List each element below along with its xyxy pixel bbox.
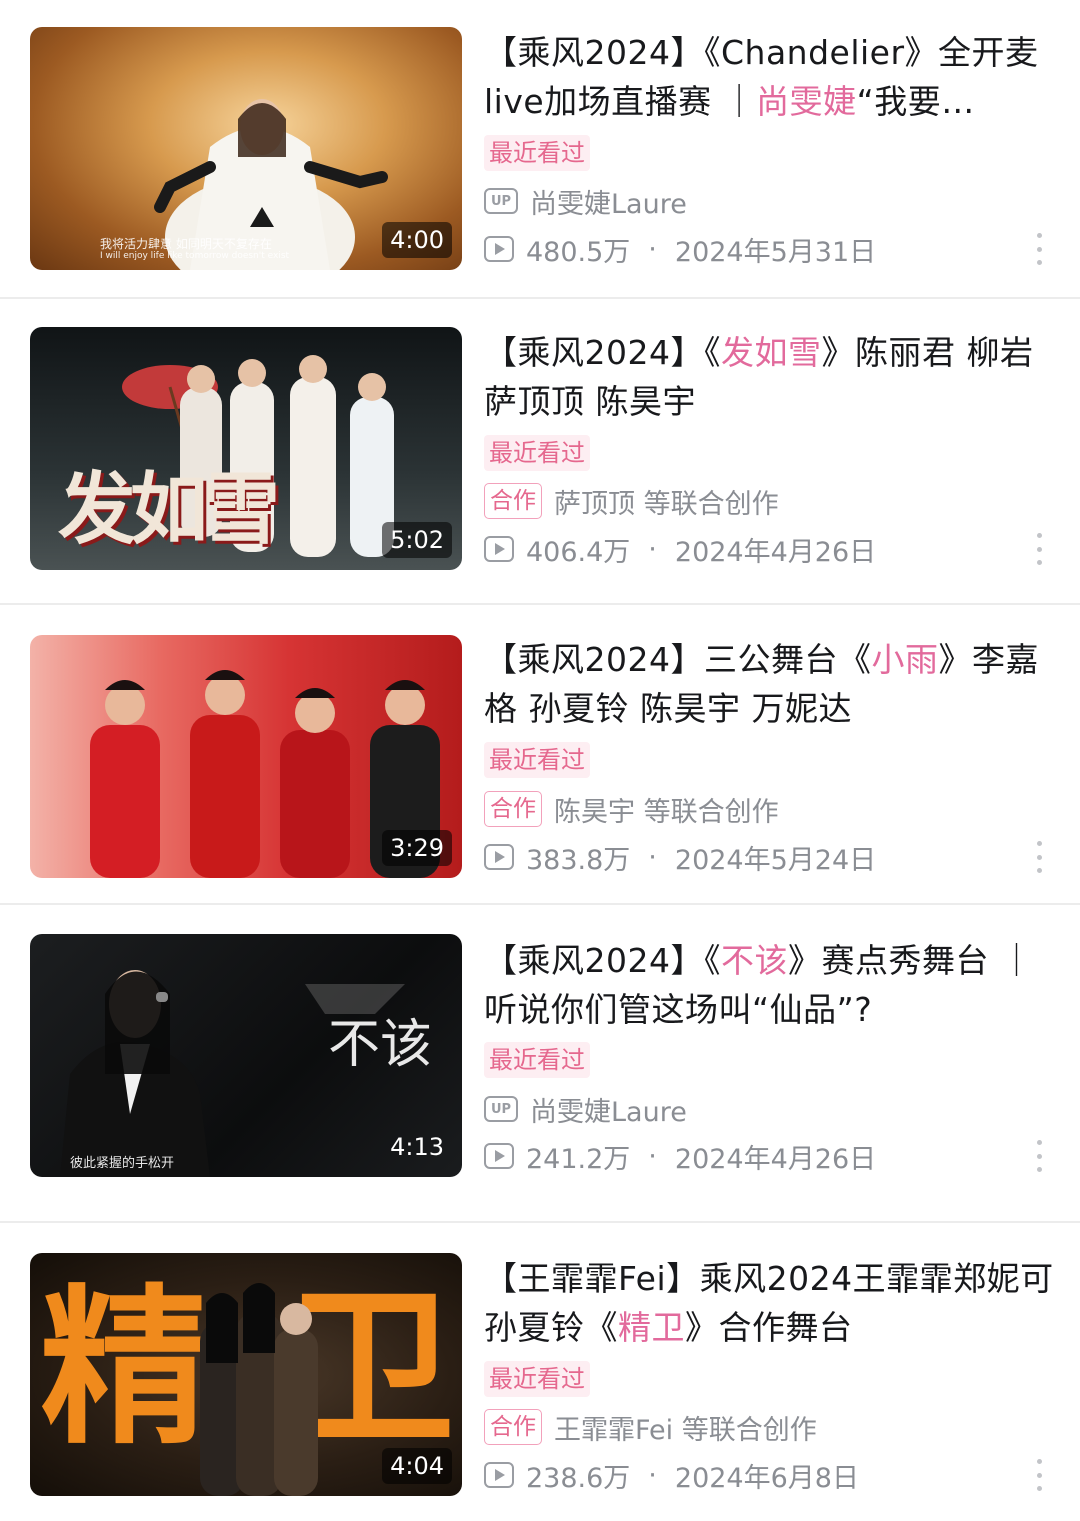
more-vertical-icon[interactable] — [1032, 229, 1046, 269]
video-duration: 5:02 — [382, 522, 452, 558]
video-card[interactable]: 精 卫 4:04 【王霏霏Fei】乘风2024王霏霏郑妮可孙夏铃《精卫》合作舞台… — [0, 1223, 1080, 1521]
title-highlight: 精卫 — [618, 1308, 685, 1347]
video-thumbnail[interactable]: 精 卫 4:04 — [30, 1253, 462, 1496]
view-count: 241.2万 — [526, 1143, 631, 1175]
separator-dot: · — [648, 233, 657, 265]
thumbnail-subtitle-en: I will enjoy life like tomorrow doesn't … — [100, 251, 290, 261]
separator-dot: · — [648, 841, 657, 873]
video-thumbnail[interactable]: 3:29 — [30, 635, 462, 878]
publish-date: 2024年5月31日 — [674, 236, 877, 268]
up-badge-icon: UP — [484, 1096, 518, 1122]
stats-row: 241.2万 · 2024年4月26日 — [484, 1136, 876, 1176]
stats-row: 238.6万 · 2024年6月8日 — [484, 1455, 859, 1495]
play-count-icon — [484, 1462, 514, 1488]
separator-dot: · — [648, 1140, 657, 1172]
author-row[interactable]: 合作 王霏霏Fei 等联合创作 — [484, 1407, 817, 1447]
recently-watched-badge: 最近看过 — [484, 1361, 590, 1397]
thumbnail-title-art: 不该 — [328, 1015, 433, 1075]
recently-watched-badge: 最近看过 — [484, 742, 590, 778]
author-row[interactable]: 合作 陈昊宇 等联合创作 — [484, 789, 779, 829]
author-row[interactable]: UP 尚雯婕Laure — [484, 1089, 687, 1129]
view-count: 383.8万 — [526, 844, 631, 876]
title-text: “我要… — [856, 82, 975, 121]
title-highlight: 小雨 — [871, 640, 939, 679]
recently-watched-badge: 最近看过 — [484, 435, 590, 471]
video-history-list: 我将活力肆意 如同明天不复存在 I will enjoy life like t… — [0, 0, 1080, 1521]
publish-date: 2024年6月8日 — [674, 1462, 859, 1494]
view-count: 480.5万 — [526, 236, 631, 268]
author-row[interactable]: UP 尚雯婕Laure — [484, 181, 687, 221]
separator-dot: · — [648, 1459, 657, 1491]
thumbnail-title-art: 发如雪 — [58, 464, 280, 555]
video-duration: 4:04 — [382, 1448, 452, 1484]
up-badge-icon: UP — [484, 188, 518, 214]
title-text: 【乘风2024】三公舞台《 — [484, 640, 872, 679]
title-highlight: 不该 — [720, 941, 788, 980]
view-count: 406.4万 — [526, 536, 631, 568]
publish-date: 2024年4月26日 — [674, 1143, 877, 1175]
video-duration: 4:13 — [390, 1133, 444, 1161]
author-name: 王霏霏Fei 等联合创作 — [554, 1414, 817, 1446]
video-title[interactable]: 【乘风2024】《Chandelier》全开麦live加场直播赛 ｜尚雯婕“我要… — [484, 28, 1054, 126]
video-thumbnail[interactable]: 不该 彼此紧握的手松开 4:13 — [30, 934, 462, 1177]
more-vertical-icon[interactable] — [1032, 1455, 1046, 1495]
author-name: 尚雯婕Laure — [530, 188, 687, 220]
thumbnail-subtitle: 我将活力肆意 如同明天不复存在 — [100, 237, 272, 251]
thumbnail-subtitle: 彼此紧握的手松开 — [70, 1156, 175, 1171]
title-text: 》合作舞台 — [685, 1308, 853, 1347]
more-vertical-icon[interactable] — [1032, 837, 1046, 877]
title-text: 【乘风2024】《 — [484, 333, 721, 372]
collab-badge: 合作 — [484, 483, 542, 519]
stats-row: 383.8万 · 2024年5月24日 — [484, 837, 876, 877]
title-highlight: 发如雪 — [720, 333, 822, 372]
collab-badge: 合作 — [484, 1409, 542, 1445]
more-vertical-icon[interactable] — [1032, 1136, 1046, 1176]
collab-badge: 合作 — [484, 791, 542, 827]
title-text: 【乘风2024】《 — [484, 941, 721, 980]
recently-watched-badge: 最近看过 — [484, 1042, 590, 1078]
video-duration: 3:29 — [382, 830, 452, 866]
video-card[interactable]: 我将活力肆意 如同明天不复存在 I will enjoy life like t… — [0, 0, 1080, 298]
play-count-icon — [484, 536, 514, 562]
recently-watched-badge: 最近看过 — [484, 135, 590, 171]
author-name: 尚雯婕Laure — [530, 1096, 687, 1128]
publish-date: 2024年4月26日 — [674, 536, 877, 568]
author-row[interactable]: 合作 萨顶顶 等联合创作 — [484, 481, 779, 521]
video-card[interactable]: 发如雪 5:02 【乘风2024】《发如雪》陈丽君 柳岩 萨顶顶 陈昊宇 最近看… — [0, 299, 1080, 602]
video-thumbnail[interactable]: 发如雪 5:02 — [30, 327, 462, 570]
video-title[interactable]: 【王霏霏Fei】乘风2024王霏霏郑妮可孙夏铃《精卫》合作舞台 — [484, 1254, 1054, 1352]
stats-row: 480.5万 · 2024年5月31日 — [484, 229, 876, 269]
title-highlight: 尚雯婕 — [756, 82, 857, 121]
video-title[interactable]: 【乘风2024】《不该》赛点秀舞台 ｜听说你们管这场叫“仙品”? — [484, 936, 1054, 1034]
video-title[interactable]: 【乘风2024】《发如雪》陈丽君 柳岩 萨顶顶 陈昊宇 — [484, 328, 1054, 426]
play-count-icon — [484, 1143, 514, 1169]
view-count: 238.6万 — [526, 1462, 631, 1494]
separator-dot: · — [648, 533, 657, 565]
video-thumbnail[interactable]: 我将活力肆意 如同明天不复存在 I will enjoy life like t… — [30, 27, 462, 270]
author-name: 萨顶顶 等联合创作 — [554, 488, 779, 520]
publish-date: 2024年5月24日 — [674, 844, 877, 876]
more-vertical-icon[interactable] — [1032, 529, 1046, 569]
video-card[interactable]: 3:29 【乘风2024】三公舞台《小雨》李嘉格 孙夏铃 陈昊宇 万妮达 最近看… — [0, 605, 1080, 903]
video-title[interactable]: 【乘风2024】三公舞台《小雨》李嘉格 孙夏铃 陈昊宇 万妮达 — [484, 635, 1054, 733]
author-name: 陈昊宇 等联合创作 — [554, 796, 779, 828]
play-count-icon — [484, 236, 514, 262]
video-card[interactable]: 不该 彼此紧握的手松开 4:13 【乘风2024】《不该》赛点秀舞台 ｜听说你们… — [0, 905, 1080, 1221]
stats-row: 406.4万 · 2024年4月26日 — [484, 529, 876, 569]
play-count-icon — [484, 844, 514, 870]
video-duration: 4:00 — [382, 222, 452, 258]
